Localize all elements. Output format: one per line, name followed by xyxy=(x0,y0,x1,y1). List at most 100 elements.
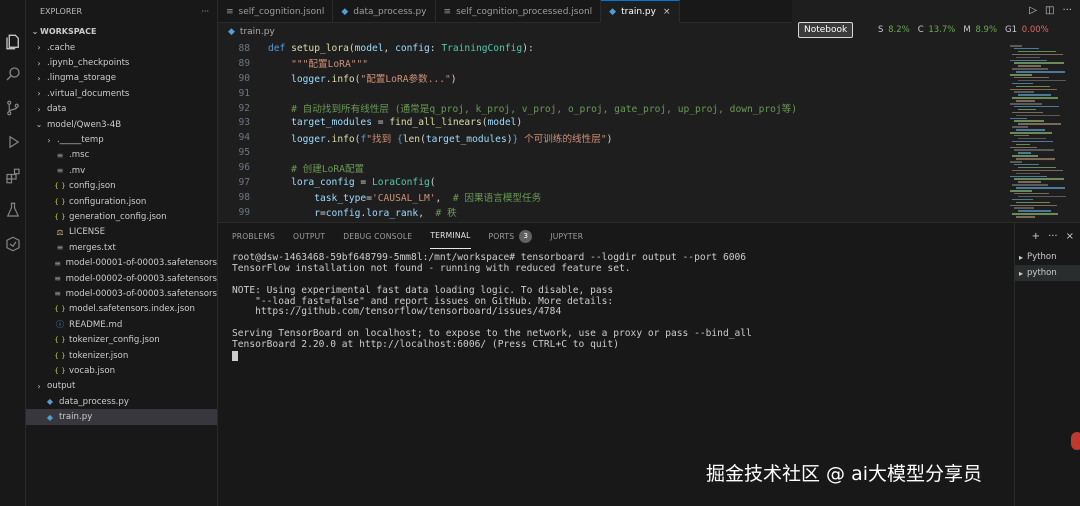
folder-item[interactable]: › .cache xyxy=(26,40,217,55)
file-item[interactable]: ≡ model-00002-of-00003.safetensors xyxy=(26,271,217,286)
file-item[interactable]: ⚖ LICENSE xyxy=(26,225,217,240)
notebook-button[interactable]: Notebook xyxy=(798,22,854,38)
minimap-line xyxy=(1016,143,1030,146)
minimap-line xyxy=(1010,103,1042,105)
json-file-icon: { } xyxy=(54,336,66,345)
line-number: 97 xyxy=(238,176,250,188)
file-item[interactable]: ◆ train.py xyxy=(26,409,217,425)
minimap-line xyxy=(1014,91,1034,93)
folder-item[interactable]: › .lingma_storage xyxy=(26,71,217,86)
minimap-line xyxy=(1014,149,1054,151)
line-number: 89 xyxy=(238,57,250,69)
folder-item[interactable]: › data xyxy=(26,102,217,117)
watermark-text: 掘金技术社区 @ ai大模型分享员 xyxy=(706,463,983,485)
minimap-line xyxy=(1014,62,1064,64)
minimap-line xyxy=(1016,172,1040,175)
minimap-line xyxy=(1018,108,1036,111)
minimap[interactable] xyxy=(1008,41,1080,221)
editor-tab[interactable]: ◆ train.py × xyxy=(601,0,680,23)
file-item[interactable]: { } tokenizer_config.json xyxy=(26,332,217,347)
editor-tab[interactable]: ≡ self_cognition.jsonl xyxy=(218,0,334,23)
file-item[interactable]: { } config.json xyxy=(26,179,217,194)
minimap-line xyxy=(1014,47,1039,50)
split-editor-icon[interactable]: ◫ xyxy=(1045,5,1054,16)
line-number: 93 xyxy=(238,117,250,129)
file-item[interactable]: { } tokenizer.json xyxy=(26,348,217,363)
minimap-line xyxy=(1014,76,1049,79)
editor-tab[interactable]: ≡ self_cognition_processed.jsonl xyxy=(436,0,602,23)
chevron-right-icon: › xyxy=(37,381,41,391)
terminal-line: TensorFlow installation not found - runn… xyxy=(232,262,631,274)
terminal-session[interactable]: ▸ Python xyxy=(1015,249,1080,265)
close-panel-icon[interactable]: × xyxy=(1066,231,1074,242)
more-actions-icon[interactable]: ··· xyxy=(1062,5,1072,16)
file-item[interactable]: ≡ model-00003-of-00003.safetensors xyxy=(26,286,217,301)
search-icon[interactable] xyxy=(3,64,23,84)
line-number: 92 xyxy=(238,102,250,114)
folder-item[interactable]: ⌄ model/Qwen3-4B xyxy=(26,117,217,132)
more-actions-icon[interactable]: ··· xyxy=(1048,231,1058,242)
file-item[interactable]: { } vocab.json xyxy=(26,363,217,378)
terminal-actions: + ··· × xyxy=(1015,223,1080,249)
code-line: 93 target_modules = find_all_linears(mod… xyxy=(218,115,1008,130)
more-actions-icon[interactable]: ··· xyxy=(201,7,209,16)
code-text: logger.info(f"找到 {len(target_modules)} 个… xyxy=(250,131,612,145)
minimap-line xyxy=(1010,161,1022,163)
add-terminal-icon[interactable]: + xyxy=(1032,231,1040,242)
extensions-icon[interactable] xyxy=(3,166,23,186)
files-icon[interactable] xyxy=(3,32,23,52)
run-icon[interactable]: ▷ xyxy=(1029,5,1037,16)
ai-assistant-icon[interactable] xyxy=(3,234,23,254)
file-item[interactable]: ≡ merges.txt xyxy=(26,240,217,255)
panel-tab[interactable]: DEBUG CONSOLE xyxy=(343,223,412,249)
json-file-icon: { } xyxy=(54,212,66,221)
close-icon[interactable]: × xyxy=(663,7,671,17)
stat-label: S xyxy=(878,25,884,35)
code-token: # 自动找到所有线性层 (通常是q_proj, k_proj, v_proj, … xyxy=(291,104,798,115)
file-item[interactable]: ≡ .msc xyxy=(26,148,217,163)
workspace-section[interactable]: ⌄ WORKSPACE xyxy=(26,22,217,40)
tree-item-label: ._____temp xyxy=(57,135,104,146)
terminal-session[interactable]: ▸ python xyxy=(1015,265,1080,281)
minimap-line xyxy=(1012,68,1048,70)
file-item[interactable]: { } configuration.json xyxy=(26,194,217,209)
code-token: , xyxy=(435,193,453,205)
breadcrumb[interactable]: ◆ train.py xyxy=(218,23,792,41)
run-debug-icon[interactable] xyxy=(3,132,23,152)
code-line: 90 logger.info("配置LoRA参数...") xyxy=(218,71,1008,86)
file-item[interactable]: { } model.safetensors.index.json xyxy=(26,302,217,317)
folder-item[interactable]: › output xyxy=(26,379,217,394)
info-file-icon: ⓘ xyxy=(56,320,64,330)
file-item[interactable]: ⓘ README.md xyxy=(26,317,217,332)
file-item[interactable]: ◆ data_process.py xyxy=(26,394,217,409)
terminal-session-list: ▸ Python ▸ python xyxy=(1015,249,1080,281)
tree-item-label: train.py xyxy=(59,412,93,423)
stat-label: C xyxy=(917,25,924,35)
source-control-icon[interactable] xyxy=(3,98,23,118)
minimap-line xyxy=(1016,56,1040,59)
file-item[interactable]: { } generation_config.json xyxy=(26,209,217,224)
panel-tab[interactable]: OUTPUT xyxy=(293,223,325,249)
assistant-bubble-icon[interactable] xyxy=(1071,432,1080,450)
editor-tab[interactable]: ◆ data_process.py xyxy=(333,0,436,23)
file-item[interactable]: ≡ .mv xyxy=(26,163,217,178)
testing-flask-icon[interactable] xyxy=(3,200,23,220)
minimap-line xyxy=(1018,152,1031,154)
license-file-icon: ⚖ xyxy=(56,227,64,237)
panel-tab[interactable]: JUPYTER xyxy=(550,223,583,249)
editor-toolbar: ▷ ◫ ··· Notebook S 8.2% C 13.7% M 8.9% G1 0… xyxy=(792,0,1080,40)
resource-stats: S 8.2% C 13.7% M 8.9% G1 0.00% xyxy=(878,22,1051,38)
panel-tab[interactable]: TERMINAL xyxy=(430,223,471,249)
code-editor[interactable]: 88 def setup_lora(model, config: Training… xyxy=(218,41,1008,221)
folder-item[interactable]: › .virtual_documents xyxy=(26,86,217,101)
panel-tab[interactable]: PORTS 3 xyxy=(489,223,533,249)
folder-item[interactable]: › .ipynb_checkpoints xyxy=(26,55,217,70)
code-text: # 自动找到所有线性层 (通常是q_proj, k_proj, v_proj, … xyxy=(250,101,797,115)
workspace-title: WORKSPACE xyxy=(40,26,97,36)
code-token: model xyxy=(487,117,517,129)
file-item[interactable]: ≡ model-00001-of-00003.safetensors xyxy=(26,255,217,270)
chevron-down-icon: ⌄ xyxy=(35,120,43,130)
panel-tab[interactable]: PROBLEMS xyxy=(232,223,275,249)
folder-item[interactable]: › ._____temp xyxy=(26,132,217,147)
